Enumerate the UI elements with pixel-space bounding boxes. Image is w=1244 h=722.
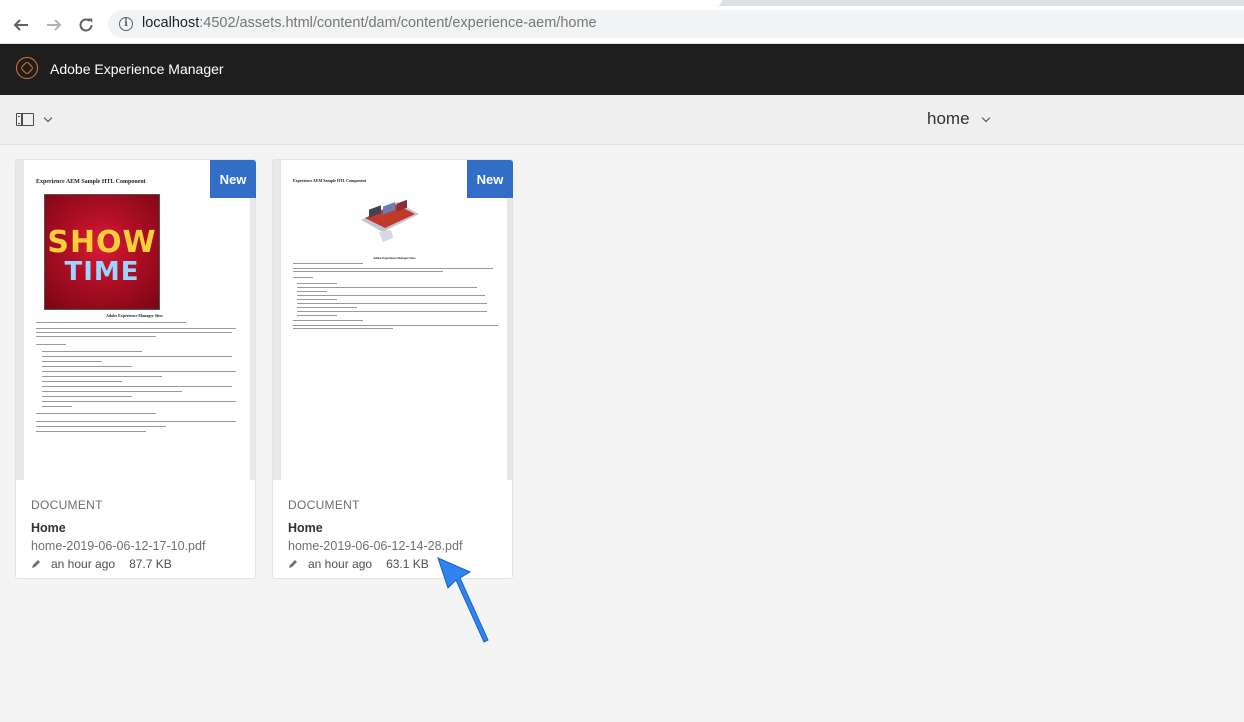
info-icon[interactable]: i: [119, 17, 133, 31]
folder-title-dropdown[interactable]: home: [927, 109, 991, 129]
modified-time: an hour ago: [308, 557, 373, 571]
asset-card[interactable]: Experience AEM Sample HTL Component Adob…: [272, 159, 513, 579]
screens-image: [361, 199, 419, 242]
folder-title: home: [927, 109, 970, 128]
asset-thumbnail: Experience AEM Sample HTL Component SHOW…: [16, 160, 255, 480]
aem-logo-icon[interactable]: [16, 57, 38, 79]
reload-icon: [79, 18, 93, 32]
action-bar: home: [0, 95, 1244, 145]
address-bar[interactable]: i localhost:4502/assets.html/content/dam…: [108, 10, 1244, 38]
arrow-left-icon: [13, 19, 28, 31]
preview-title: Experience AEM Sample HTL Component: [293, 178, 367, 183]
reload-button[interactable]: [73, 13, 99, 37]
preview-caption: Adobe Experience Manager Sites: [106, 313, 163, 318]
asset-thumbnail: Experience AEM Sample HTL Component Adob…: [273, 160, 512, 480]
pdf-preview-page: Experience AEM Sample HTL Component Adob…: [281, 160, 507, 480]
time-text: TIME: [64, 257, 140, 287]
annotation-arrow-icon: [437, 557, 489, 643]
url-path: :4502/assets.html/content/dam/content/ex…: [199, 15, 597, 31]
card-meta: DOCUMENT Home home-2019-06-06-12-17-10.p…: [31, 498, 241, 571]
asset-type: DOCUMENT: [31, 498, 103, 512]
url-text: localhost:4502/assets.html/content/dam/c…: [142, 15, 597, 31]
asset-filename: home-2019-06-06-12-17-10.pdf: [31, 539, 206, 553]
forward-button[interactable]: [41, 13, 67, 37]
chevron-down-icon: [43, 113, 53, 123]
asset-title: Home: [288, 521, 323, 535]
asset-type: DOCUMENT: [288, 498, 360, 512]
product-name[interactable]: Adobe Experience Manager: [50, 61, 224, 77]
pdf-preview-page: Experience AEM Sample HTL Component SHOW…: [24, 160, 250, 480]
asset-card[interactable]: Experience AEM Sample HTL Component SHOW…: [15, 159, 256, 579]
preview-caption: Adobe Experience Manager Sites: [373, 256, 416, 260]
arrow-right-icon: [47, 19, 62, 31]
url-host: localhost: [142, 15, 200, 31]
chevron-down-icon: [981, 113, 991, 123]
rail-toggle-button[interactable]: [16, 112, 56, 128]
modified-time: an hour ago: [51, 557, 116, 571]
file-size: 63.1 KB: [386, 557, 429, 571]
file-size: 87.7 KB: [129, 557, 172, 571]
show-time-image: SHOW TIME: [44, 194, 160, 310]
show-text: SHOW: [47, 225, 157, 260]
app-header: Adobe Experience Manager: [0, 44, 1244, 95]
back-button[interactable]: [8, 13, 34, 37]
new-badge: New: [210, 160, 256, 198]
rail-toggle-icon: [16, 113, 34, 126]
browser-toolbar: i localhost:4502/assets.html/content/dam…: [0, 6, 1244, 44]
asset-info: an hour ago 87.7 KB: [31, 557, 241, 571]
asset-title: Home: [31, 521, 66, 535]
pencil-icon: [32, 560, 40, 568]
preview-title: Experience AEM Sample HTL Component: [36, 179, 146, 185]
pencil-icon: [289, 560, 297, 568]
new-badge: New: [467, 160, 513, 198]
